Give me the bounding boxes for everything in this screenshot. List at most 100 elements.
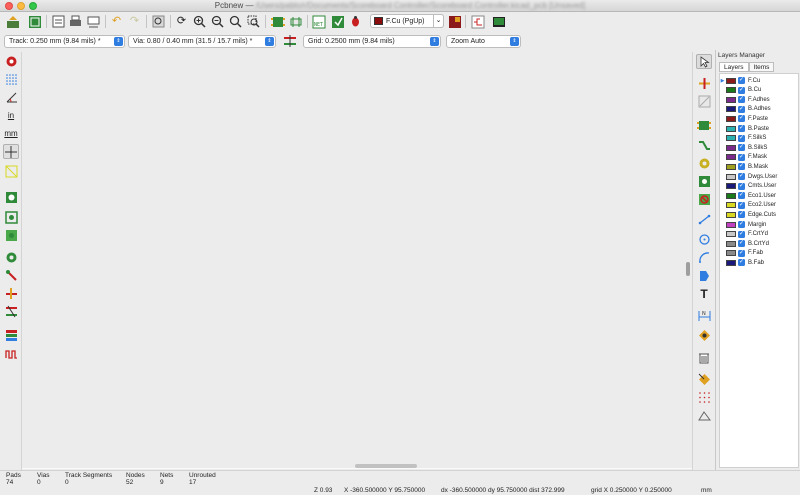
- layer-row[interactable]: ✓ F.Fab: [720, 249, 800, 258]
- via-size-select[interactable]: Via: 0.80 / 0.40 mm (31.5 / 15.7 mils) *…: [128, 35, 276, 48]
- footprint-browser-icon[interactable]: [288, 14, 303, 29]
- layer-visibility-checkbox[interactable]: ✓: [738, 96, 745, 104]
- draw-arc-icon[interactable]: [696, 250, 712, 265]
- layers-manager-toggle-icon[interactable]: [3, 328, 19, 343]
- update-pcb-icon[interactable]: [330, 14, 345, 29]
- polar-coords-icon[interactable]: [3, 90, 19, 105]
- draw-polygon-icon[interactable]: [696, 268, 712, 283]
- delete-trash-icon[interactable]: [696, 350, 712, 365]
- auto-track-width-icon[interactable]: [282, 33, 297, 48]
- cursor-shape-icon[interactable]: [3, 144, 19, 159]
- layer-visibility-checkbox[interactable]: ✓: [738, 221, 745, 228]
- layer-row[interactable]: ✓ B.Mask: [720, 162, 800, 171]
- layer-color-swatch[interactable]: [726, 192, 736, 199]
- schematic-icon[interactable]: [470, 14, 485, 29]
- zone-display-icon[interactable]: [3, 190, 19, 205]
- add-footprint-icon[interactable]: [696, 118, 712, 133]
- add-dimension-icon[interactable]: N: [696, 308, 712, 323]
- track-sketch-icon[interactable]: [3, 286, 19, 301]
- layer-color-swatch[interactable]: [726, 221, 736, 228]
- grid-toggle-icon[interactable]: [3, 72, 19, 87]
- zoom-fit-icon[interactable]: [228, 14, 243, 29]
- layer-visibility-checkbox[interactable]: ✓: [738, 163, 745, 171]
- layer-row[interactable]: ✓ F.CrtYd: [720, 230, 800, 239]
- via-sketch-icon[interactable]: [3, 268, 19, 283]
- layer-visibility-checkbox[interactable]: ✓: [738, 77, 745, 84]
- add-zone-icon[interactable]: [696, 174, 712, 189]
- layer-row[interactable]: ✓ B.Adhes: [720, 105, 800, 114]
- zone-fill-icon[interactable]: [3, 228, 19, 243]
- layer-alignment-target-icon[interactable]: [696, 328, 712, 343]
- layer-row[interactable]: ✓ B.SilkS: [720, 143, 800, 152]
- layer-visibility-checkbox[interactable]: ✓: [738, 230, 745, 238]
- layer-row[interactable]: ✓ Dwgs.User: [720, 172, 800, 181]
- netlist-icon[interactable]: NET: [311, 14, 326, 29]
- active-layer-select[interactable]: F.Cu (PgUp) ⌄: [370, 14, 444, 28]
- tab-items[interactable]: Items: [748, 62, 775, 72]
- layer-color-swatch[interactable]: [726, 106, 736, 113]
- layer-color-swatch[interactable]: [726, 154, 736, 161]
- redo-icon[interactable]: ↷: [127, 14, 142, 29]
- pcb-canvas[interactable]: [22, 52, 686, 470]
- layer-color-swatch[interactable]: [726, 183, 736, 190]
- layer-row[interactable]: ✓ Edge.Cuts: [720, 210, 800, 219]
- add-via-icon[interactable]: [696, 156, 712, 171]
- layer-color-swatch[interactable]: [726, 240, 736, 247]
- microwave-toolbar-icon[interactable]: [3, 346, 19, 361]
- layer-color-swatch[interactable]: [726, 211, 736, 218]
- highlight-net-icon[interactable]: [696, 76, 712, 91]
- layer-color-swatch[interactable]: [726, 77, 736, 84]
- layer-visibility-checkbox[interactable]: ✓: [738, 249, 745, 257]
- layer-row[interactable]: ✓ B.Cu: [720, 86, 800, 95]
- plot-icon[interactable]: [86, 14, 101, 29]
- layer-row[interactable]: ✓ F.Adhes: [720, 95, 800, 104]
- tab-layers[interactable]: Layers: [719, 62, 749, 72]
- zoom-out-icon[interactable]: [210, 14, 225, 29]
- ratsnest-icon[interactable]: [3, 164, 19, 179]
- layer-visibility-checkbox[interactable]: ✓: [738, 259, 745, 267]
- layer-row[interactable]: ✓ Cmts.User: [720, 182, 800, 191]
- zoom-in-icon[interactable]: [192, 14, 207, 29]
- layer-visibility-checkbox[interactable]: ✓: [738, 240, 745, 248]
- add-text-icon[interactable]: T: [696, 286, 712, 301]
- layer-visibility-checkbox[interactable]: ✓: [738, 86, 745, 94]
- draw-circle-icon[interactable]: [696, 232, 712, 247]
- layer-color-swatch[interactable]: [726, 87, 736, 94]
- layer-visibility-checkbox[interactable]: ✓: [738, 144, 745, 152]
- layer-color-swatch[interactable]: [726, 135, 736, 142]
- zoom-selection-icon[interactable]: [246, 14, 261, 29]
- units-mm-button[interactable]: mm: [3, 126, 19, 141]
- layer-visibility-checkbox[interactable]: ✓: [738, 173, 745, 180]
- page-settings-icon[interactable]: [27, 14, 42, 29]
- layer-row[interactable]: ✓ F.Mask: [720, 153, 800, 162]
- layer-visibility-checkbox[interactable]: ✓: [738, 115, 745, 123]
- layer-color-swatch[interactable]: [726, 115, 736, 122]
- grid-origin-icon[interactable]: [696, 390, 712, 405]
- units-inch-button[interactable]: in: [3, 108, 19, 123]
- drc-bug-icon[interactable]: [348, 14, 363, 29]
- layer-row[interactable]: ✓ F.SilkS: [720, 134, 800, 143]
- layer-row[interactable]: ✓ Eco1.User: [720, 191, 800, 200]
- select-arrow-icon[interactable]: [696, 54, 712, 69]
- track-width-select[interactable]: Track: 0.250 mm (9.84 mils) * ⇕: [4, 35, 125, 48]
- high-contrast-icon[interactable]: [3, 304, 19, 319]
- layer-visibility-checkbox[interactable]: ✓: [738, 192, 745, 200]
- layer-row[interactable]: ✓ B.Fab: [720, 258, 800, 267]
- layer-color-swatch[interactable]: [726, 231, 736, 238]
- local-ratsnest-icon[interactable]: [696, 94, 712, 109]
- layer-row[interactable]: ✓ B.Paste: [720, 124, 800, 133]
- layer-color-swatch[interactable]: [726, 144, 736, 151]
- zoom-select[interactable]: Zoom Auto ⇕: [446, 35, 521, 48]
- route-track-icon[interactable]: [696, 138, 712, 153]
- zone-outline-icon[interactable]: [3, 210, 19, 225]
- layer-visibility-checkbox[interactable]: ✓: [738, 211, 745, 219]
- drc-icon[interactable]: [3, 54, 19, 69]
- scripting-console-icon[interactable]: [491, 14, 506, 29]
- layer-visibility-checkbox[interactable]: ✓: [738, 125, 745, 132]
- layer-color-swatch[interactable]: [726, 259, 736, 266]
- layer-row[interactable]: ✓ Margin: [720, 220, 800, 229]
- layer-color-swatch[interactable]: [726, 202, 736, 209]
- layer-visibility-checkbox[interactable]: ✓: [738, 105, 745, 113]
- layer-color-swatch[interactable]: [726, 96, 736, 103]
- keepout-area-icon[interactable]: [696, 192, 712, 207]
